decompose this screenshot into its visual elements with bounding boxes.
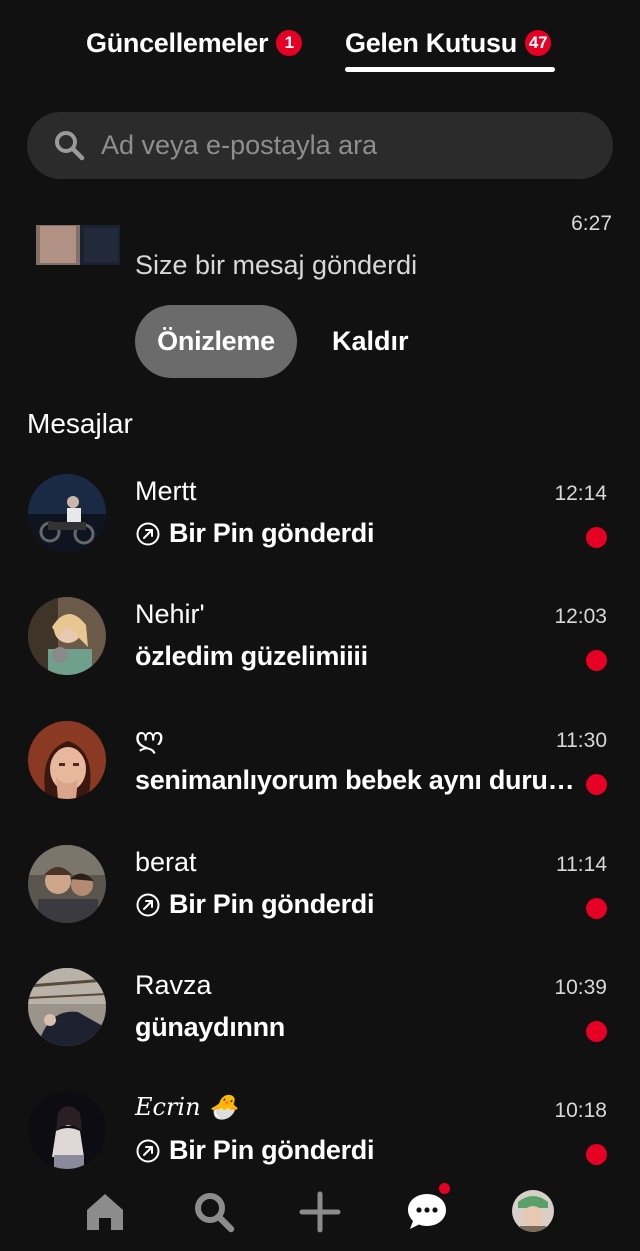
tab-updates[interactable]: Güncellemeler 1 bbox=[86, 26, 303, 60]
request-avatar-group bbox=[28, 220, 124, 290]
tab-updates-label: Güncellemeler bbox=[86, 27, 269, 58]
contact-name: berat bbox=[135, 847, 197, 877]
messages-notification-dot bbox=[439, 1183, 450, 1194]
request-time: 6:27 bbox=[571, 212, 612, 235]
home-icon[interactable] bbox=[83, 1190, 127, 1234]
active-tab-indicator bbox=[345, 67, 555, 72]
contact-name: Ravza bbox=[135, 970, 212, 1000]
message-preview: Bir Pin gönderdi bbox=[135, 1135, 575, 1166]
messages-section-title: Mesajlar bbox=[27, 408, 133, 439]
messages-icon[interactable] bbox=[405, 1190, 449, 1234]
avatar bbox=[28, 721, 106, 799]
unread-indicator bbox=[586, 650, 607, 671]
message-time: 10:18 bbox=[554, 1099, 607, 1122]
plus-icon[interactable] bbox=[298, 1190, 342, 1234]
message-time: 12:14 bbox=[554, 482, 607, 505]
pin-link-icon bbox=[136, 1139, 160, 1162]
unread-indicator bbox=[586, 774, 607, 795]
unread-indicator bbox=[586, 527, 607, 548]
message-preview-text: Bir Pin gönderdi bbox=[169, 889, 375, 919]
unread-indicator bbox=[586, 1021, 607, 1042]
profile-avatar[interactable] bbox=[512, 1190, 554, 1232]
message-preview-text: Bir Pin gönderdi bbox=[169, 518, 375, 548]
contact-name: Nehir' bbox=[135, 599, 205, 629]
unread-indicator bbox=[586, 1144, 607, 1165]
message-preview: senimanlıyorum bebek aynı durumdayız bbox=[135, 765, 575, 796]
search-input[interactable] bbox=[101, 112, 581, 179]
message-preview-text: senimanlıyorum bebek aynı durumdayız bbox=[135, 765, 575, 795]
pin-link-icon bbox=[136, 893, 160, 916]
avatar bbox=[28, 474, 106, 552]
avatar bbox=[28, 968, 106, 1046]
message-preview: Bir Pin gönderdi bbox=[135, 889, 575, 920]
message-preview: özledim güzelimiiii bbox=[135, 641, 575, 672]
avatar bbox=[28, 597, 106, 675]
message-time: 11:30 bbox=[556, 729, 607, 752]
message-time: 12:03 bbox=[554, 605, 607, 628]
contact-name: Mertt bbox=[135, 476, 197, 506]
search-icon[interactable] bbox=[192, 1190, 236, 1234]
conversation-row[interactable]: Nehir' 12:03 özledim güzelimiiii bbox=[0, 597, 640, 717]
request-text: Size bir mesaj gönderdi bbox=[135, 250, 418, 280]
conversation-row[interactable]: berat 11:14 Bir Pin gönderdi bbox=[0, 845, 640, 965]
unread-indicator bbox=[586, 898, 607, 919]
message-preview: Bir Pin gönderdi bbox=[135, 518, 575, 549]
preview-button[interactable]: Önizleme bbox=[135, 305, 297, 378]
message-preview-text: günaydınnn bbox=[135, 1012, 285, 1042]
conversation-row[interactable]: Ravza 10:39 günaydınnn bbox=[0, 968, 640, 1088]
message-preview: günaydınnn bbox=[135, 1012, 575, 1043]
message-time: 11:14 bbox=[556, 853, 607, 876]
bottom-navigation bbox=[0, 1172, 640, 1251]
pin-link-icon bbox=[136, 522, 160, 545]
conversation-row[interactable]: Mertt 12:14 Bir Pin gönderdi bbox=[0, 474, 640, 594]
tab-bar: Güncellemeler 1 Gelen Kutusu 47 bbox=[0, 0, 640, 90]
search-icon bbox=[55, 131, 85, 161]
tab-inbox-label: Gelen Kutusu bbox=[345, 27, 517, 58]
blurred-avatar-image bbox=[28, 220, 124, 290]
avatar bbox=[28, 1091, 106, 1169]
contact-name: Ecrin 🐣 bbox=[135, 1093, 239, 1121]
remove-button[interactable]: Kaldır bbox=[314, 305, 427, 378]
message-time: 10:39 bbox=[554, 976, 607, 999]
contact-name: ლ bbox=[135, 723, 164, 753]
conversation-row[interactable]: ლ 11:30 senimanlıyorum bebek aynı durumd… bbox=[0, 721, 640, 841]
avatar bbox=[28, 845, 106, 923]
updates-count-badge: 1 bbox=[276, 30, 303, 56]
message-preview-text: Bir Pin gönderdi bbox=[169, 1135, 375, 1165]
message-preview-text: özledim güzelimiiii bbox=[135, 641, 368, 671]
inbox-count-badge: 47 bbox=[524, 30, 552, 56]
search-bar[interactable] bbox=[27, 112, 613, 179]
tab-inbox[interactable]: Gelen Kutusu 47 bbox=[345, 26, 552, 60]
